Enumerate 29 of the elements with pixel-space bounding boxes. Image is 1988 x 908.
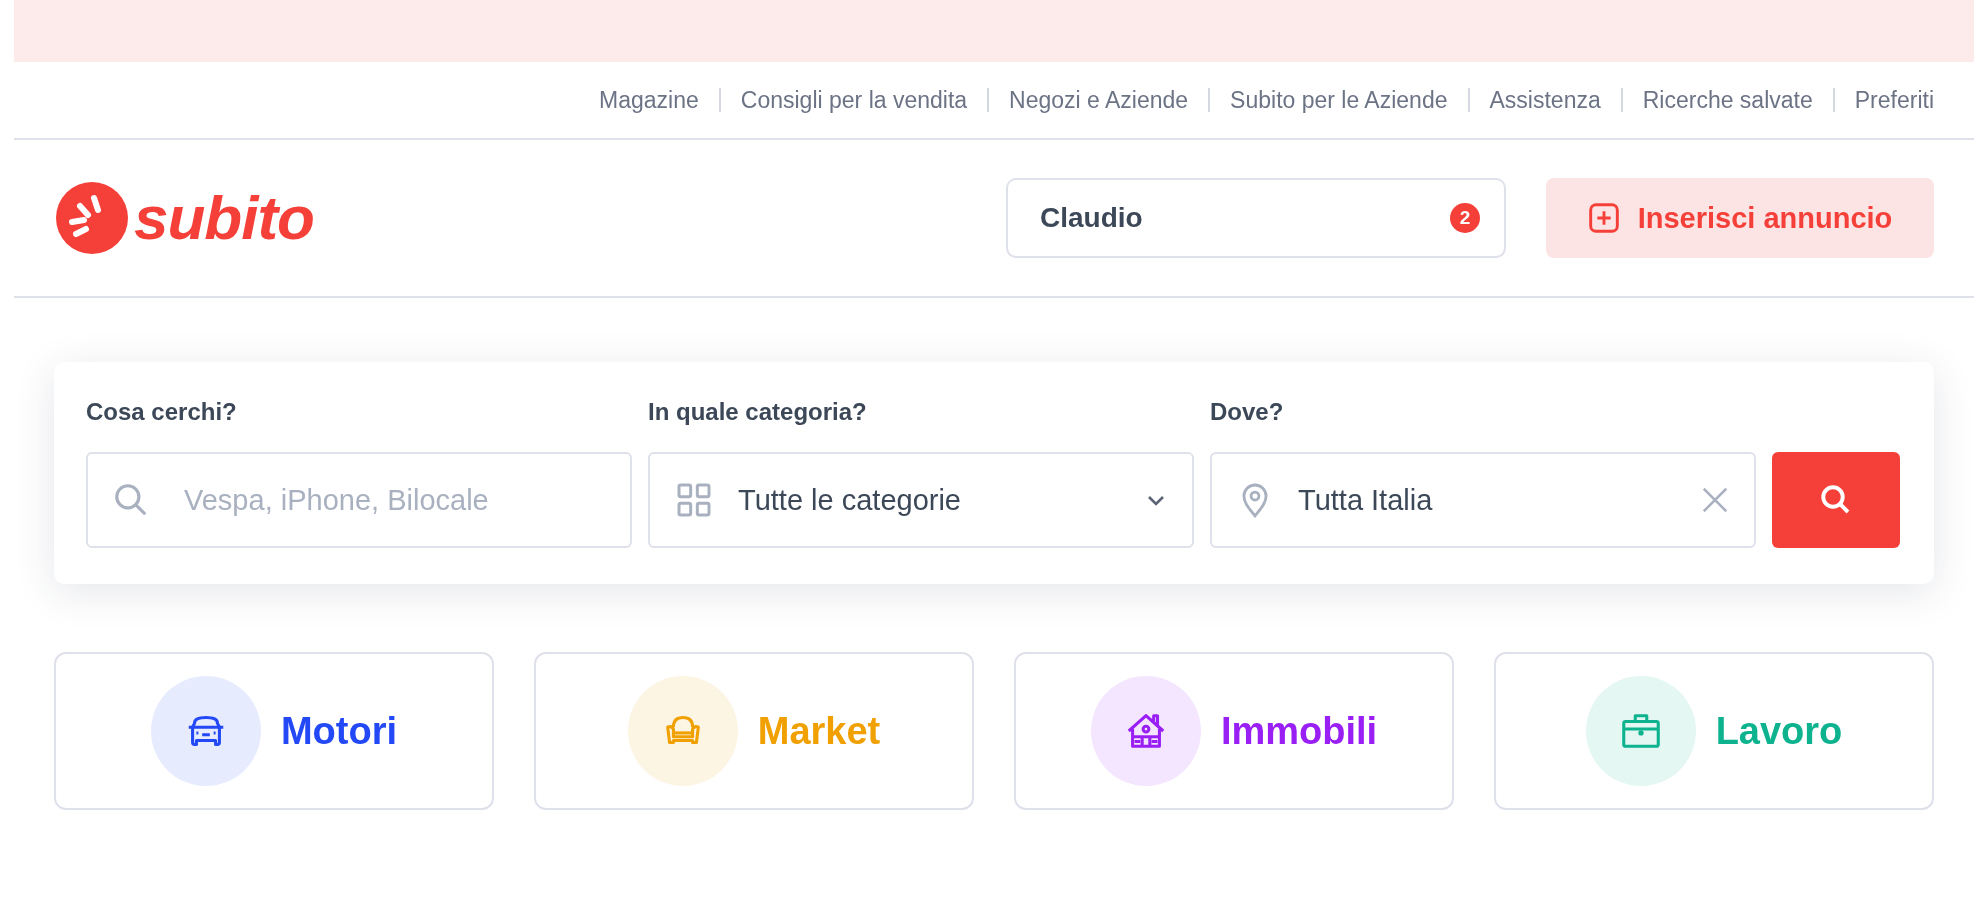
plus-square-icon xyxy=(1587,202,1620,234)
category-label: Motori xyxy=(280,709,398,753)
search-field[interactable]: Vespa, iPhone, Bilocale xyxy=(86,452,632,548)
post-ad-button[interactable]: Inserisci annuncio xyxy=(1546,178,1934,258)
user-name: Claudio xyxy=(1040,202,1143,234)
search-button[interactable] xyxy=(1772,452,1900,548)
nav-link[interactable]: Negozi e Aziende xyxy=(987,88,1209,112)
notification-badge: 2 xyxy=(1450,203,1480,233)
category-card[interactable]: Immobili xyxy=(1014,652,1454,810)
nav-link[interactable]: Preferiti xyxy=(1832,88,1934,112)
logo-text[interactable]: subito xyxy=(134,187,314,249)
category-card[interactable]: Motori xyxy=(54,652,494,810)
nav-link[interactable]: Ricerche salvate xyxy=(1620,88,1833,112)
category-card[interactable]: Lavoro xyxy=(1494,652,1934,810)
field-label: Dove? xyxy=(1210,398,1285,426)
close-icon[interactable] xyxy=(1700,485,1730,515)
field-label: In quale categoria? xyxy=(648,398,868,426)
category-dropdown[interactable]: Tutte le categorie xyxy=(648,452,1194,548)
category-label: Immobili xyxy=(1220,709,1378,753)
category-label: Market xyxy=(757,709,881,753)
user-menu[interactable]: Claudio 2 xyxy=(1006,178,1506,258)
nav-link[interactable]: Magazine xyxy=(579,88,719,112)
nav-link[interactable]: Consigli per la vendita xyxy=(718,88,988,112)
location-field[interactable]: Tutta Italia xyxy=(1210,452,1756,548)
field-label: Cosa cerchi? xyxy=(86,398,238,426)
nav-link[interactable]: Subito per le Aziende xyxy=(1208,88,1468,112)
nav-link[interactable]: Assistenza xyxy=(1467,88,1621,112)
logo-icon[interactable] xyxy=(56,182,128,254)
category-label: Lavoro xyxy=(1715,709,1843,753)
